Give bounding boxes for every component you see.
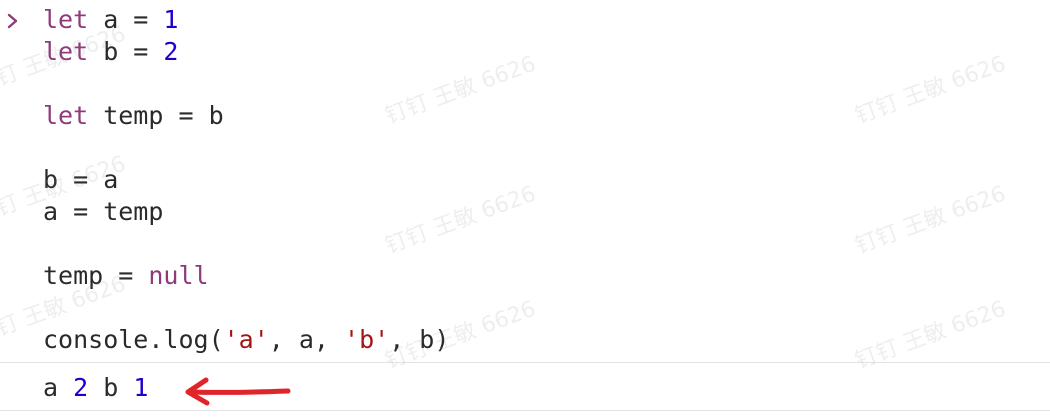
- code-token-kw: let: [43, 101, 89, 130]
- output-token-num: 2: [73, 373, 89, 402]
- output-token: b: [88, 373, 134, 402]
- code-token: a =: [88, 5, 164, 34]
- code-line: temp = null: [43, 260, 449, 292]
- console-output-line: a 2 b 1: [43, 372, 148, 404]
- code-token: , b): [389, 325, 450, 354]
- code-line: ​: [43, 132, 449, 164]
- code-token: b =: [88, 37, 164, 66]
- code-line: ​: [43, 228, 449, 260]
- devtools-console: let a = 1let b = 2​let temp = b​b = aa =…: [0, 0, 1050, 420]
- console-divider-bottom: [0, 410, 1050, 411]
- code-line: ​: [43, 292, 449, 324]
- console-input-code[interactable]: let a = 1let b = 2​let temp = b​b = aa =…: [43, 4, 449, 356]
- code-line: let a = 1: [43, 4, 449, 36]
- code-token: temp = b: [88, 101, 224, 130]
- code-line: console.log('a', a, 'b', b): [43, 324, 449, 356]
- code-line: let b = 2: [43, 36, 449, 68]
- code-line: a = temp: [43, 196, 449, 228]
- code-token: temp =: [43, 261, 149, 290]
- code-token-num: 1: [163, 5, 179, 34]
- code-token: , a,: [268, 325, 345, 354]
- code-token: a = temp: [43, 197, 164, 226]
- code-token-kw: let: [43, 37, 89, 66]
- code-token: console.log(: [43, 325, 224, 354]
- console-divider: [0, 362, 1050, 363]
- code-token-kw: let: [43, 5, 89, 34]
- code-token-num: 2: [163, 37, 179, 66]
- code-token-str: 'b': [344, 325, 390, 354]
- code-line: ​: [43, 68, 449, 100]
- output-token: a: [43, 373, 74, 402]
- chevron-right-icon: [7, 13, 18, 29]
- code-line: let temp = b: [43, 100, 449, 132]
- output-token-num: 1: [133, 373, 149, 402]
- code-token-str: 'a': [223, 325, 269, 354]
- code-line: b = a: [43, 164, 449, 196]
- code-token-null: null: [148, 261, 209, 290]
- arrow-left-icon: [185, 377, 291, 406]
- code-token: b = a: [43, 165, 119, 194]
